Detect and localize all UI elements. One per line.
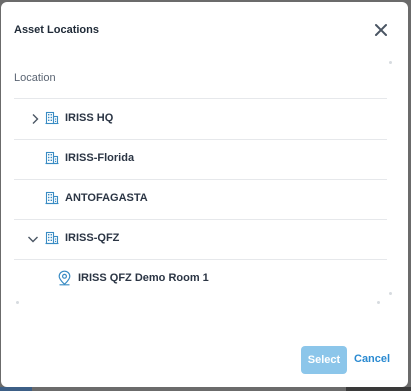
location-pin-icon xyxy=(57,270,72,286)
chevron-down-icon[interactable] xyxy=(27,232,39,244)
cancel-button[interactable]: Cancel xyxy=(354,353,390,365)
location-label: IRISS-QFZ xyxy=(65,232,120,244)
background-element xyxy=(0,387,32,391)
select-button[interactable]: Select xyxy=(301,346,347,374)
location-label: IRISS-Florida xyxy=(65,152,135,164)
background-element xyxy=(346,387,411,391)
location-row-iriss-hq[interactable]: IRISS HQ xyxy=(14,99,387,140)
building-icon xyxy=(45,111,59,125)
scroll-indicator-dot xyxy=(389,292,392,295)
building-icon xyxy=(45,151,59,165)
building-icon xyxy=(45,191,59,205)
location-row-iriss-qfz-demo-room-1[interactable]: IRISS QFZ Demo Room 1 xyxy=(14,259,387,299)
scroll-indicator-dot xyxy=(16,301,19,304)
location-label: IRISS HQ xyxy=(65,112,114,124)
close-icon[interactable] xyxy=(373,22,389,38)
location-column-header: Location xyxy=(14,72,56,84)
dialog-title: Asset Locations xyxy=(14,24,99,36)
scroll-indicator-dot xyxy=(377,301,380,304)
building-icon xyxy=(45,231,59,245)
location-label: ANTOFAGASTA xyxy=(65,192,148,204)
scroll-indicator-dot xyxy=(389,61,392,64)
location-row-iriss-florida[interactable]: IRISS-Florida xyxy=(14,139,387,180)
asset-locations-dialog: Asset Locations Location IRISS HQ IRISS-… xyxy=(1,2,408,387)
location-label: IRISS QFZ Demo Room 1 xyxy=(78,272,209,284)
chevron-right-icon[interactable] xyxy=(29,112,41,124)
location-row-iriss-qfz[interactable]: IRISS-QFZ xyxy=(14,219,387,260)
location-row-antofagasta[interactable]: ANTOFAGASTA xyxy=(14,179,387,220)
